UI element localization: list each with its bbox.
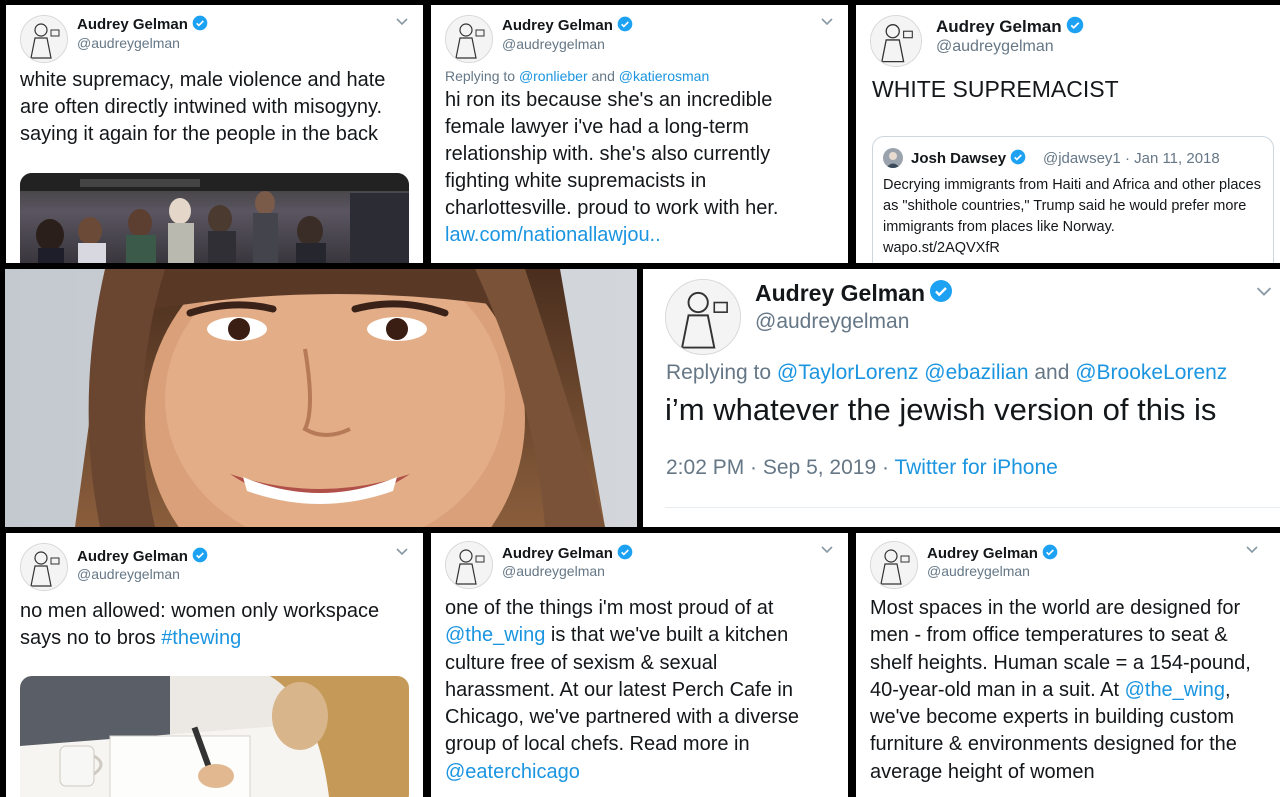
reply-mention[interactable]: @TaylorLorenz xyxy=(777,361,919,384)
chevron-down-icon[interactable] xyxy=(395,545,409,559)
display-name[interactable]: Audrey Gelman xyxy=(77,15,208,33)
tweet-card-1[interactable]: Audrey Gelman @audreygelman white suprem… xyxy=(6,5,423,263)
avatar-illustration xyxy=(446,542,492,588)
reply-mention[interactable]: @katierosman xyxy=(619,68,709,84)
tweet-media-crowd-photo[interactable] xyxy=(20,173,409,263)
chevron-down-icon[interactable] xyxy=(1255,283,1273,301)
handle[interactable]: @audreygelman xyxy=(502,563,605,579)
tweet-text: i’m whatever the jewish version of this … xyxy=(665,392,1217,427)
tweet-timestamp: 2:02 PM · Sep 5, 2019 · Twitter for iPho… xyxy=(666,456,1058,479)
display-name[interactable]: Audrey Gelman xyxy=(927,544,1058,562)
quoted-tweet[interactable]: Josh Dawsey @jdawsey1 · Jan 11, 2018 Dec… xyxy=(872,136,1274,263)
mention[interactable]: @the_wing xyxy=(1125,679,1225,701)
avatar-illustration xyxy=(871,542,917,588)
tweet-text: Most spaces in the world are designed fo… xyxy=(870,597,1251,783)
quoted-avatar[interactable] xyxy=(883,148,903,168)
tweet-text: hi ron its because she's an incredible f… xyxy=(445,89,779,246)
avatar-illustration xyxy=(871,16,921,66)
quoted-text: Decrying immigrants from Haiti and Afric… xyxy=(883,177,1261,256)
avatar-illustration xyxy=(21,16,67,62)
tweet-card-4[interactable]: Audrey Gelman @audreygelman Replying to … xyxy=(643,269,1280,527)
avatar-illustration xyxy=(21,544,67,590)
tweet-text: no men allowed: women only workspace say… xyxy=(20,600,380,649)
tweet-card-5[interactable]: Audrey Gelman @audreygelman no men allow… xyxy=(6,533,423,797)
chevron-down-icon[interactable] xyxy=(820,543,834,557)
handle[interactable]: @audreygelman xyxy=(927,563,1030,579)
handle[interactable]: @audreygelman xyxy=(936,38,1054,56)
avatar[interactable] xyxy=(870,541,918,589)
tweet-card-2[interactable]: Audrey Gelman @audreygelman Replying to … xyxy=(431,5,848,263)
reply-mention[interactable]: @ronlieber xyxy=(519,68,588,84)
verified-badge-icon xyxy=(617,16,633,32)
verified-badge-icon xyxy=(1042,544,1058,560)
avatar[interactable] xyxy=(20,543,68,591)
avatar-illustration xyxy=(446,16,492,62)
mention[interactable]: @the_wing xyxy=(445,624,545,646)
tweet-card-7[interactable]: Audrey Gelman @audreygelman Most spaces … xyxy=(856,533,1280,797)
quoted-link[interactable]: wapo.st/2AQVXfR xyxy=(883,240,1000,256)
tweet-card-3[interactable]: Audrey Gelman @audreygelman WHITE SUPREM… xyxy=(856,5,1280,263)
display-name[interactable]: Audrey Gelman xyxy=(755,279,953,307)
quoted-display-name[interactable]: Josh Dawsey xyxy=(911,149,1026,167)
reply-mention[interactable]: @ebazilian xyxy=(924,361,1028,384)
handle[interactable]: @audreygelman xyxy=(77,35,180,51)
verified-badge-icon xyxy=(1066,16,1083,34)
chevron-down-icon[interactable] xyxy=(395,15,409,29)
person-icon xyxy=(886,152,900,168)
verified-badge-icon xyxy=(617,544,633,560)
portrait-illustration xyxy=(5,269,637,527)
tweet-text: WHITE SUPREMACIST xyxy=(872,76,1119,102)
reply-mention[interactable]: @BrookeLorenz xyxy=(1075,361,1227,384)
avatar[interactable] xyxy=(665,279,741,355)
avatar[interactable] xyxy=(445,15,493,63)
mention[interactable]: @eaterchicago xyxy=(445,761,580,783)
tweet-source[interactable]: Twitter for iPhone xyxy=(894,456,1057,479)
avatar[interactable] xyxy=(870,15,922,67)
handle[interactable]: @audreygelman xyxy=(755,310,909,334)
hashtag[interactable]: #thewing xyxy=(161,627,241,649)
tweet-text: one of the things i'm most proud of at @… xyxy=(445,597,800,783)
replying-to: Replying to @TaylorLorenz @ebazilian and… xyxy=(666,361,1228,384)
replying-to: Replying to @ronlieber and @katierosman xyxy=(445,68,710,84)
verified-badge-icon xyxy=(1010,149,1026,165)
verified-badge-icon xyxy=(930,280,952,302)
quoted-handle-date: @jdawsey1 · Jan 11, 2018 xyxy=(1043,150,1220,167)
tweet-media-workspace-photo[interactable] xyxy=(20,676,409,797)
chevron-down-icon[interactable] xyxy=(820,15,834,29)
display-name[interactable]: Audrey Gelman xyxy=(77,547,208,565)
portrait-photo xyxy=(5,269,637,527)
verified-badge-icon xyxy=(192,547,208,563)
display-name[interactable]: Audrey Gelman xyxy=(502,16,633,34)
avatar-illustration xyxy=(666,280,740,354)
verified-badge-icon xyxy=(192,15,208,31)
display-name[interactable]: Audrey Gelman xyxy=(936,16,1084,37)
avatar[interactable] xyxy=(20,15,68,63)
handle[interactable]: @audreygelman xyxy=(502,36,605,52)
chevron-down-icon[interactable] xyxy=(1245,543,1259,557)
tweet-card-6[interactable]: Audrey Gelman @audreygelman one of the t… xyxy=(431,533,848,797)
tweet-link[interactable]: law.com/nationallawjou.. xyxy=(445,224,661,246)
tweet-text: white supremacy, male violence and hate … xyxy=(20,69,386,145)
workspace-scene xyxy=(20,676,409,797)
crowd-figures xyxy=(20,173,409,263)
handle[interactable]: @audreygelman xyxy=(77,566,180,582)
divider xyxy=(665,507,1280,508)
display-name[interactable]: Audrey Gelman xyxy=(502,544,633,562)
avatar[interactable] xyxy=(445,541,493,589)
